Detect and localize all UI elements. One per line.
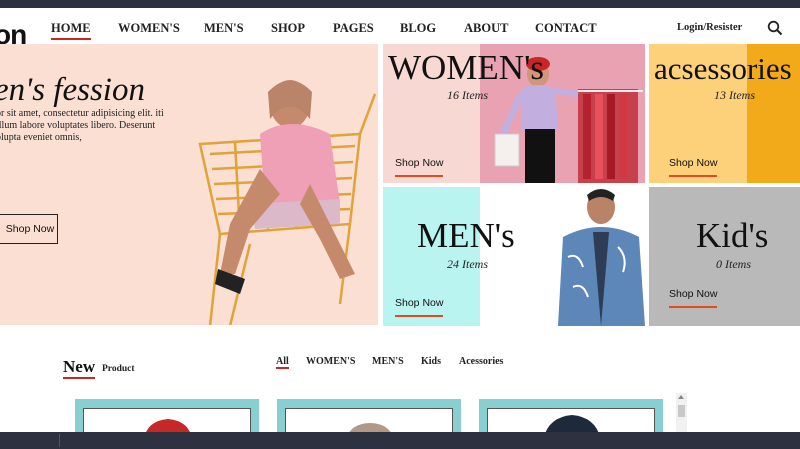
scrollbar-thumb[interactable] — [678, 405, 685, 417]
accessories-shop-now-button[interactable]: Shop Now — [669, 157, 718, 177]
accessories-tile-count: 13 Items — [714, 88, 755, 102]
nav-blog[interactable]: BLOG — [400, 21, 436, 36]
womens-tile-count: 16 Items — [447, 88, 488, 102]
accessories-tile-title: acsessories — [654, 51, 792, 86]
kids-tile-title: Kid's — [696, 216, 769, 255]
nav-home[interactable]: HOME — [51, 21, 91, 40]
login-register-link[interactable]: Login/Resister — [677, 22, 742, 33]
nav-shop[interactable]: SHOP — [271, 21, 305, 36]
kids-category-tile[interactable]: Kid's 0 Items Shop Now — [649, 187, 800, 326]
filter-kids[interactable]: Kids — [421, 356, 441, 367]
search-icon[interactable] — [767, 20, 783, 36]
mens-shop-now-button[interactable]: Shop Now — [395, 297, 444, 317]
womens-category-tile[interactable]: WOMEN's 16 Items Shop Now — [383, 44, 645, 183]
accessories-category-tile[interactable]: acsessories 13 Items Shop Now — [649, 44, 800, 183]
new-product-title: New — [63, 357, 96, 379]
hero-model-cart-image — [198, 80, 377, 325]
product-scrollbar[interactable] — [676, 393, 687, 433]
womens-tile-title: WOMEN's — [388, 48, 545, 87]
nav-about[interactable]: ABOUT — [464, 21, 508, 36]
new-product-subtitle: Product — [102, 364, 135, 374]
filter-accessories[interactable]: Acessories — [459, 356, 503, 367]
filter-all[interactable]: All — [276, 356, 289, 369]
filter-mens[interactable]: MEN'S — [372, 356, 404, 367]
nav-contact[interactable]: CONTACT — [535, 21, 597, 36]
scroll-up-arrow-icon[interactable] — [678, 395, 684, 399]
bottom-taskbar — [0, 432, 800, 449]
nav-womens[interactable]: WOMEN'S — [118, 21, 180, 36]
top-dark-strip — [0, 0, 800, 8]
nav-mens[interactable]: MEN'S — [204, 21, 244, 36]
mens-tile-title: MEN's — [417, 216, 515, 255]
kids-tile-count: 0 Items — [716, 257, 751, 271]
nav-pages[interactable]: PAGES — [333, 21, 374, 36]
hero-description: or sit amet, consectetur adipisicing eli… — [0, 108, 164, 143]
mens-model-image — [558, 189, 645, 326]
site-header: on HOME WOMEN'S MEN'S SHOP PAGES BLOG AB… — [0, 8, 800, 50]
mens-tile-count: 24 Items — [447, 257, 488, 271]
hero-shop-now-button[interactable]: Shop Now — [0, 214, 58, 244]
hero-banner: en's fession or sit amet, consectetur ad… — [0, 44, 378, 325]
taskbar-separator — [59, 434, 60, 447]
mens-category-tile[interactable]: MEN's 24 Items Shop Now — [383, 187, 645, 326]
kids-shop-now-button[interactable]: Shop Now — [669, 288, 718, 308]
womens-shop-now-button[interactable]: Shop Now — [395, 157, 444, 177]
filter-womens[interactable]: WOMEN'S — [306, 356, 355, 367]
hero-title: en's fession — [0, 72, 145, 108]
